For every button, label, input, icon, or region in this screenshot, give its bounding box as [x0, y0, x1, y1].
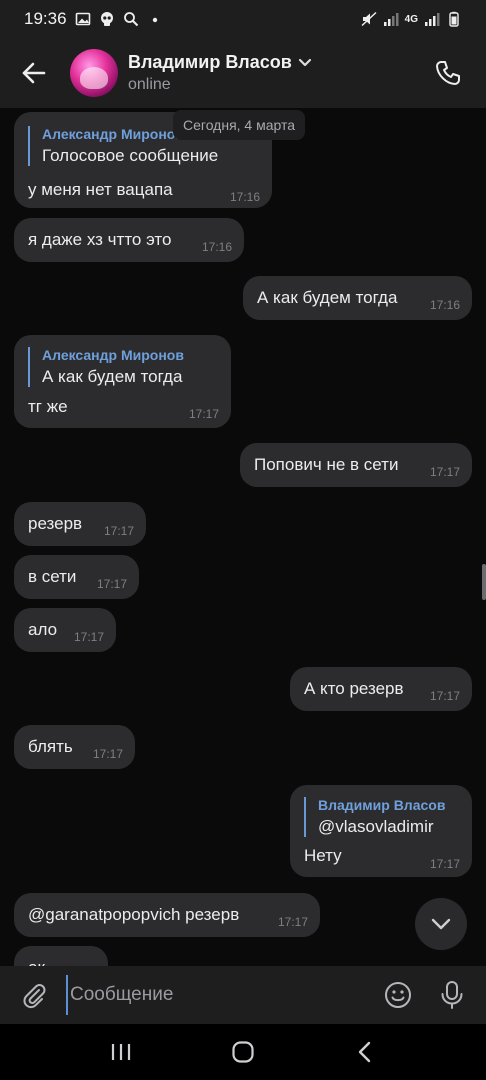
message-time: 17:17	[96, 577, 127, 591]
battery-icon	[446, 11, 462, 27]
message-outgoing[interactable]: А как будем тогда 17:16	[243, 276, 472, 320]
message-incoming[interactable]: резерв 17:17	[14, 502, 146, 546]
scrollbar[interactable]	[482, 564, 486, 600]
message-text: блять	[28, 737, 73, 756]
emoji-button[interactable]	[376, 973, 420, 1017]
peer-name: Владимир Власов	[128, 52, 292, 72]
message-time: 17:17	[92, 747, 123, 761]
reply-quote[interactable]: Владимир Власов @vlasovladimir	[304, 797, 445, 837]
message-incoming[interactable]: в сети 17:17	[14, 555, 139, 599]
message-incoming[interactable]: Александр Миронов А как будем тогда тг ж…	[14, 335, 231, 428]
message-text: Нету	[304, 846, 342, 865]
home-icon	[232, 1041, 254, 1063]
system-nav-bar	[0, 1024, 486, 1080]
message-outgoing[interactable]: Владимир Власов @vlasovladimir Нету 17:1…	[290, 785, 472, 877]
voice-record-button[interactable]	[430, 973, 474, 1017]
gallery-icon	[75, 11, 91, 27]
microphone-icon	[441, 981, 463, 1009]
back-button[interactable]	[6, 45, 62, 101]
back-nav-button[interactable]	[335, 1028, 395, 1076]
message-incoming[interactable]: блять 17:17	[14, 725, 135, 769]
message-text: в сети	[28, 567, 77, 586]
message-incoming[interactable]: ок	[14, 946, 108, 966]
chevron-left-icon	[358, 1041, 371, 1063]
scroll-down-button[interactable]	[415, 898, 467, 950]
message-time: 17:17	[429, 689, 460, 703]
search-icon	[123, 11, 139, 27]
message-time: 17:16	[429, 298, 460, 312]
status-time: 19:36	[24, 9, 67, 28]
peer-info[interactable]: Владимир Власов online	[128, 52, 312, 94]
attach-button[interactable]	[10, 971, 58, 1019]
message-time: 17:17	[429, 857, 460, 871]
home-button[interactable]	[213, 1028, 273, 1076]
message-text: @garanatpopopvich резерв	[28, 905, 240, 924]
dot-icon	[147, 11, 163, 27]
message-text: ок	[28, 958, 45, 966]
reply-quote[interactable]: Александр Миронов А как будем тогда	[28, 347, 184, 387]
chevron-down-icon	[431, 918, 451, 930]
message-incoming[interactable]: я даже хз чтто это 17:16	[14, 218, 244, 262]
call-button[interactable]	[424, 49, 472, 97]
paperclip-icon	[23, 984, 46, 1009]
message-text: А как будем тогда	[257, 288, 398, 307]
network-type: 4G	[404, 13, 418, 25]
reply-text: @vlasovladimir	[318, 817, 434, 836]
message-text: А кто резерв	[304, 679, 404, 698]
message-time: 17:17	[277, 915, 308, 929]
message-text: Попович не в сети	[254, 455, 399, 474]
message-time: 17:17	[73, 630, 104, 644]
signal-icon-2	[424, 11, 440, 27]
recent-apps-button[interactable]	[91, 1028, 151, 1076]
avatar[interactable]	[70, 49, 118, 97]
message-text: я даже хз чтто это	[28, 230, 172, 249]
message-text: тг же	[28, 397, 68, 416]
message-text: ало	[28, 620, 58, 639]
reply-author: Александр Миронов	[42, 347, 184, 363]
back-arrow-icon	[22, 62, 46, 84]
message-list[interactable]: Сегодня, 4 марта Александр Миронов Голос…	[0, 108, 486, 966]
smile-icon	[385, 982, 411, 1008]
reply-text: А как будем тогда	[42, 367, 183, 386]
message-time: 17:17	[429, 465, 460, 479]
peer-status: online	[128, 76, 171, 93]
message-outgoing[interactable]: А кто резерв 17:17	[290, 667, 472, 711]
reply-author: Владимир Власов	[318, 797, 446, 813]
message-text: резерв	[28, 514, 83, 533]
message-input[interactable]	[66, 975, 366, 1015]
message-text: у меня нет вацапа	[28, 180, 173, 199]
message-time: 17:17	[103, 524, 134, 538]
message-incoming[interactable]: ало 17:17	[14, 608, 116, 652]
recent-apps-icon	[111, 1044, 131, 1060]
status-bar: 19:36 4G	[0, 0, 486, 38]
message-time: 17:17	[188, 407, 219, 421]
mute-icon	[361, 11, 377, 27]
message-time: 17:16	[201, 240, 232, 254]
chat-header: Владимир Власов online	[0, 38, 486, 108]
composer	[0, 966, 486, 1024]
message-outgoing[interactable]: Попович не в сети 17:17	[240, 443, 472, 487]
reply-text: Голосовое сообщение	[42, 146, 219, 165]
skull-icon	[99, 11, 115, 27]
date-separator: Сегодня, 4 марта	[173, 110, 306, 140]
chevron-down-icon	[298, 58, 311, 66]
message-time: 17:16	[229, 190, 260, 204]
phone-icon	[436, 61, 460, 85]
signal-icon	[383, 11, 399, 27]
message-incoming[interactable]: @garanatpopopvich резерв 17:17	[14, 893, 320, 937]
